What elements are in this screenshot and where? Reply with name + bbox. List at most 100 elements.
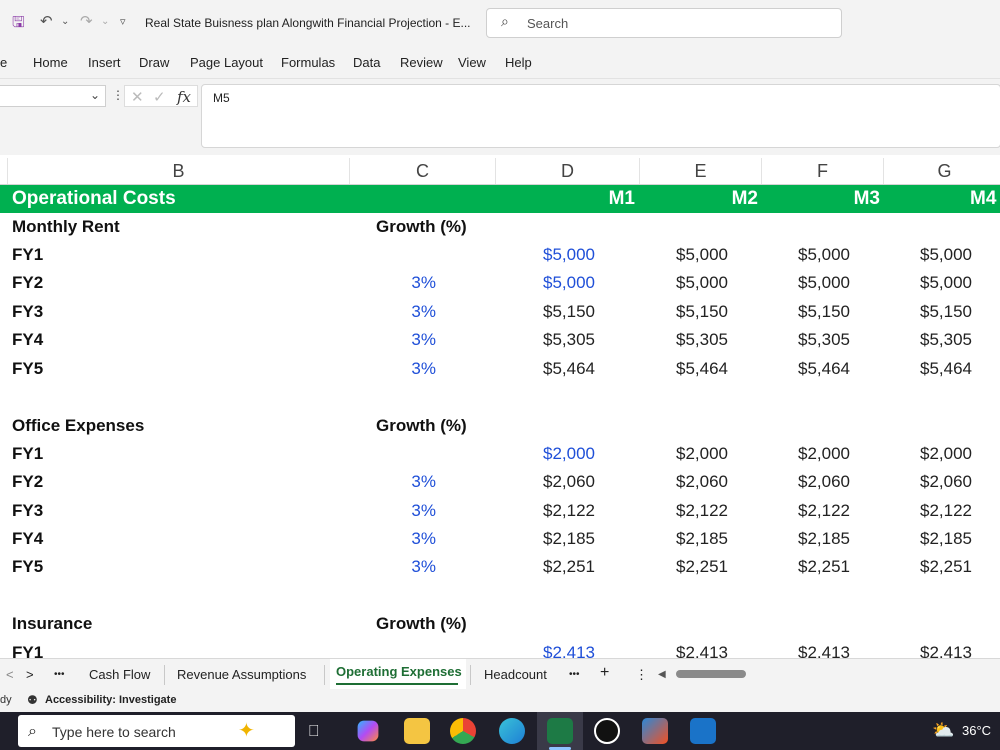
worksheet-grid[interactable]: Operational Costs M1 M2 M3 M4 Monthly Re… (0, 184, 1000, 658)
value-cell[interactable]: $5,150 (634, 298, 728, 326)
value-cell[interactable]: $5,464 (880, 355, 972, 383)
column-header-e[interactable]: E (640, 158, 762, 184)
name-box[interactable]: ⌄ (0, 85, 106, 107)
value-cell[interactable]: $5,464 (634, 355, 728, 383)
value-cell[interactable]: $5,000 (634, 269, 728, 297)
tab-draw[interactable]: Draw (139, 55, 169, 70)
cancel-icon[interactable]: ✕ (131, 88, 144, 106)
row-label[interactable]: FY1 (12, 440, 43, 468)
growth-cell[interactable] (352, 241, 436, 269)
value-cell[interactable]: $5,150 (880, 298, 972, 326)
enter-icon[interactable]: ✓ (153, 88, 166, 106)
tab-page-layout[interactable]: Page Layout (190, 55, 263, 70)
tab-data[interactable]: Data (353, 55, 380, 70)
growth-cell[interactable]: 3% (352, 553, 436, 581)
value-cell[interactable]: $2,122 (634, 497, 728, 525)
row-label[interactable]: FY4 (12, 326, 43, 354)
growth-label[interactable]: Growth (%) (376, 610, 467, 638)
column-header-c[interactable]: C (350, 158, 496, 184)
formula-bar-grip-icon[interactable]: ⋮ (112, 88, 124, 102)
growth-cell[interactable] (352, 440, 436, 468)
row-label[interactable]: FY5 (12, 553, 43, 581)
tab-home[interactable]: Home (33, 55, 68, 70)
row-label[interactable]: FY3 (12, 298, 43, 326)
accessibility-status[interactable]: Accessibility: Investigate (45, 694, 176, 706)
value-cell[interactable]: $5,305 (634, 326, 728, 354)
outlook-icon[interactable] (690, 718, 716, 744)
growth-cell[interactable] (352, 639, 436, 658)
value-cell[interactable]: $5,000 (634, 241, 728, 269)
value-cell[interactable]: $5,305 (500, 326, 595, 354)
value-cell[interactable]: $2,060 (634, 468, 728, 496)
value-cell[interactable]: $5,150 (756, 298, 850, 326)
section-title[interactable]: Office Expenses (12, 412, 144, 440)
growth-cell[interactable]: 3% (352, 355, 436, 383)
value-cell[interactable]: $5,464 (500, 355, 595, 383)
chevron-down-icon[interactable]: ⌄ (90, 88, 100, 102)
tab-operating-expenses[interactable]: Operating Expenses (330, 659, 466, 689)
sheet-options-button[interactable]: ⋮ (635, 667, 648, 683)
tab-cash-flow[interactable]: Cash Flow (89, 667, 150, 682)
growth-cell[interactable]: 3% (352, 326, 436, 354)
row-label[interactable]: FY5 (12, 355, 43, 383)
weather-temp[interactable]: 36°C (962, 723, 991, 738)
growth-cell[interactable]: 3% (352, 497, 436, 525)
value-cell[interactable]: $2,185 (880, 525, 972, 553)
tab-view[interactable]: View (458, 55, 486, 70)
value-cell[interactable]: $2,185 (500, 525, 595, 553)
value-cell[interactable]: $2,185 (756, 525, 850, 553)
add-sheet-button[interactable]: + (600, 664, 609, 682)
growth-cell[interactable]: 3% (352, 525, 436, 553)
header-month-3[interactable]: M3 (766, 185, 880, 213)
tab-insert[interactable]: Insert (88, 55, 121, 70)
value-cell[interactable]: $2,122 (500, 497, 595, 525)
column-header-f[interactable]: F (762, 158, 884, 184)
chrome-icon[interactable] (450, 718, 476, 744)
undo-icon[interactable]: ↶ (40, 12, 53, 30)
save-icon[interactable]: 🖫 (12, 12, 25, 37)
value-cell[interactable]: $5,000 (756, 241, 850, 269)
next-sheet-button[interactable]: > (26, 667, 34, 682)
column-header-a[interactable] (0, 158, 8, 184)
tab-review[interactable]: Review (400, 55, 443, 70)
redo-icon[interactable]: ↷ (80, 12, 93, 30)
value-cell[interactable]: $5,305 (880, 326, 972, 354)
upwork-icon[interactable] (594, 718, 620, 744)
search-input[interactable]: ⌕ Search (486, 8, 842, 38)
value-cell[interactable]: $2,413 (880, 639, 972, 658)
value-cell[interactable]: $2,000 (634, 440, 728, 468)
growth-cell[interactable]: 3% (352, 468, 436, 496)
value-cell[interactable]: $2,251 (500, 553, 595, 581)
column-header-d[interactable]: D (496, 158, 640, 184)
value-cell[interactable]: $5,000 (756, 269, 850, 297)
value-cell[interactable]: $5,305 (756, 326, 850, 354)
value-cell[interactable]: $2,251 (634, 553, 728, 581)
value-cell[interactable]: $2,060 (756, 468, 850, 496)
scroll-left-icon[interactable]: ◀ (658, 669, 666, 680)
header-month-4[interactable]: M4 (970, 185, 996, 213)
undo-dropdown-icon[interactable]: ⌄ (61, 16, 69, 27)
tab-help[interactable]: Help (505, 55, 532, 70)
column-header-g[interactable]: G (884, 158, 1000, 184)
value-cell[interactable]: $2,251 (880, 553, 972, 581)
task-view-icon[interactable]: ⎕ (309, 721, 319, 741)
row-label[interactable]: FY3 (12, 497, 43, 525)
edge-icon[interactable] (499, 718, 525, 744)
tab-file-partial[interactable]: e (0, 55, 7, 70)
row-label[interactable]: FY1 (12, 241, 43, 269)
insert-function-icon[interactable]: fx (177, 88, 191, 106)
excel-active-slot[interactable] (537, 712, 583, 750)
row-label[interactable]: FY4 (12, 525, 43, 553)
section-title[interactable]: Monthly Rent (12, 213, 120, 241)
value-cell[interactable]: $2,000 (880, 440, 972, 468)
tab-formulas[interactable]: Formulas (281, 55, 335, 70)
value-cell[interactable]: $5,000 (500, 241, 595, 269)
row-label[interactable]: FY2 (12, 269, 43, 297)
row-label[interactable]: FY2 (12, 468, 43, 496)
growth-label[interactable]: Growth (%) (376, 213, 467, 241)
store-icon[interactable] (642, 718, 668, 744)
more-sheets-right-button[interactable]: ••• (569, 669, 580, 680)
horizontal-scrollbar[interactable] (676, 670, 746, 678)
prev-sheet-button[interactable]: < (6, 667, 14, 682)
copilot-icon[interactable] (357, 720, 379, 742)
